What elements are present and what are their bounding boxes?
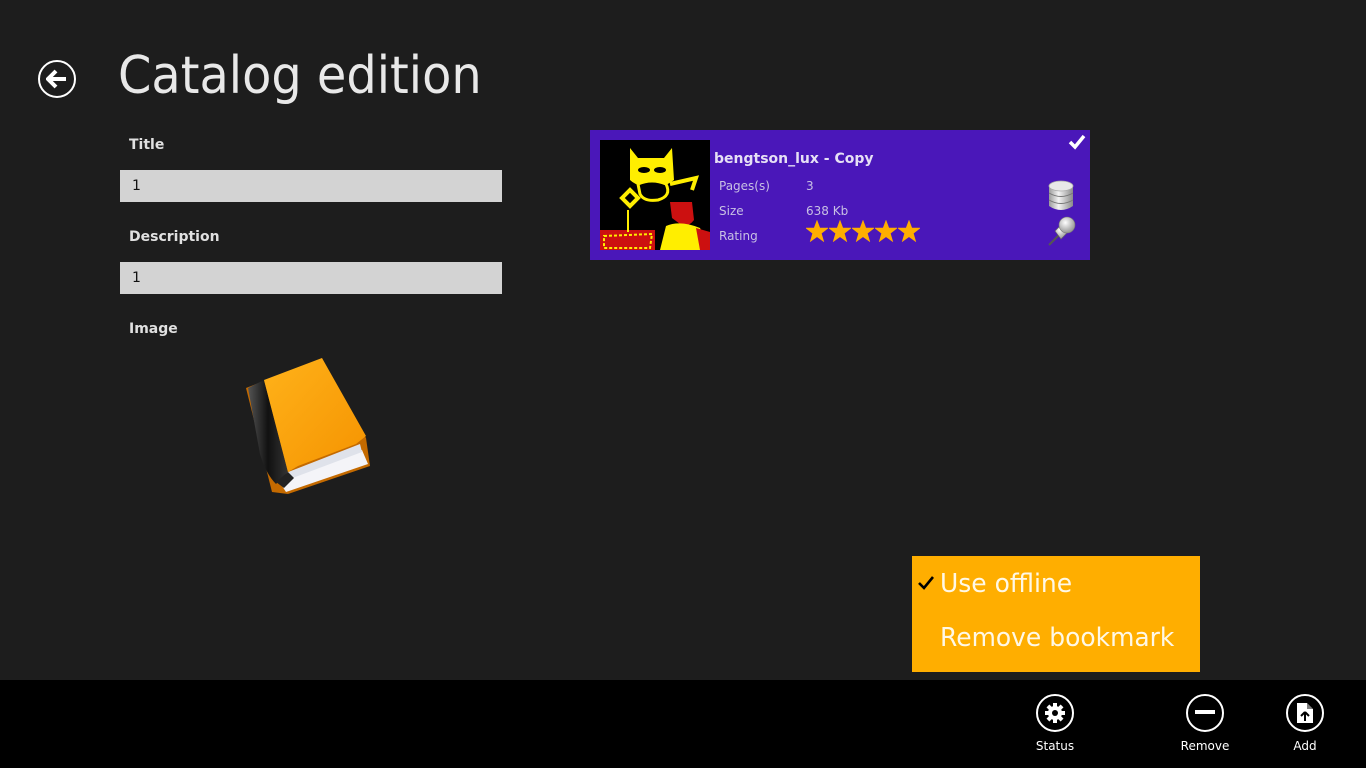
catalog-name: bengtson_lux - Copy <box>714 151 874 167</box>
minus-icon <box>1195 710 1215 714</box>
comic-cover-thumbnail <box>600 140 710 250</box>
gear-icon <box>1045 703 1065 723</box>
back-arrow-icon <box>46 69 66 89</box>
size-value: 638 Kb <box>806 204 849 218</box>
description-input[interactable] <box>120 262 502 294</box>
catalog-tile[interactable]: bengtson_lux - Copy Pages(s) 3 Size 638 … <box>590 130 1090 260</box>
status-label: Status <box>1035 739 1075 753</box>
rating-stars <box>806 220 920 242</box>
add-label: Add <box>1293 739 1317 753</box>
remove-button[interactable]: Remove <box>1165 694 1245 753</box>
star-icon[interactable] <box>852 220 874 242</box>
pages-value: 3 <box>806 179 814 193</box>
title-input[interactable] <box>120 170 502 202</box>
description-label: Description <box>129 229 220 245</box>
title-label: Title <box>129 137 165 153</box>
context-menu: Use offline Remove bookmark <box>912 556 1200 672</box>
page-title: Catalog edition <box>118 46 482 106</box>
add-button[interactable]: Add <box>1265 694 1345 753</box>
orange-book-icon[interactable] <box>238 354 374 498</box>
back-button[interactable] <box>38 60 76 98</box>
pages-label: Pages(s) <box>719 179 770 193</box>
star-icon[interactable] <box>806 220 828 242</box>
rating-label: Rating <box>719 229 758 243</box>
star-icon[interactable] <box>829 220 851 242</box>
size-label: Size <box>719 204 744 218</box>
star-icon[interactable] <box>898 220 920 242</box>
star-icon[interactable] <box>875 220 897 242</box>
menu-item-use-offline[interactable]: Use offline <box>940 569 1072 599</box>
add-file-icon <box>1297 703 1313 723</box>
image-label: Image <box>129 321 178 337</box>
menu-item-remove-bookmark[interactable]: Remove bookmark <box>940 623 1174 653</box>
status-button[interactable]: Status <box>1015 694 1095 753</box>
checkmark-icon <box>1068 134 1086 150</box>
app-bar: Status Remove Add <box>0 680 1366 768</box>
remove-label: Remove <box>1180 739 1230 753</box>
database-icon[interactable] <box>1047 180 1075 212</box>
pushpin-icon[interactable] <box>1045 215 1077 249</box>
checkmark-icon <box>918 576 934 590</box>
